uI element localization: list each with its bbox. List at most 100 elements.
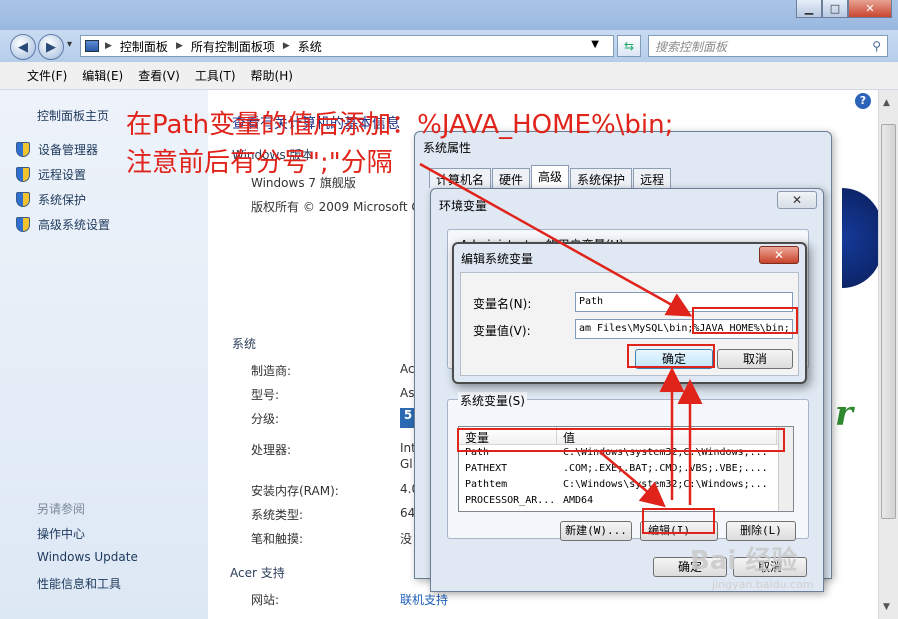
system-properties-tabs: 计算机名 硬件 高级 系统保护 远程 [429, 165, 672, 188]
system-variables-label: 系统变量(S) [458, 392, 527, 409]
uac-shield-icon [16, 142, 30, 157]
search-placeholder: 搜索控制面板 [655, 39, 728, 54]
refresh-button[interactable]: ⇆ [617, 35, 641, 57]
system-protection-label: 系统保护 [38, 193, 87, 207]
edit-variable-title: 编辑系统变量 [461, 252, 534, 266]
address-bar[interactable]: ▶ 控制面板 ▶ 所有控制面板项 ▶ 系统 ▼ [80, 35, 614, 57]
window-controls: ▁ □ ✕ [796, 0, 892, 18]
table-row[interactable]: PATHEXT .COM;.EXE;.BAT;.CMD;.VBS;.VBE;..… [459, 461, 793, 477]
table-row[interactable]: Pathtem C:\Windows\system32;C:\Windows;.… [459, 477, 793, 493]
system-protection-link[interactable]: 系统保护 [16, 191, 86, 208]
menu-bar: 文件(F) 编辑(E) 查看(V) 工具(T) 帮助(H) [0, 62, 898, 90]
pen-touch-value: 没 [400, 532, 413, 546]
uac-shield-icon [16, 192, 30, 207]
address-dropdown-icon[interactable]: ▼ [591, 39, 599, 50]
menu-help[interactable]: 帮助(H) [251, 67, 293, 84]
forward-button[interactable]: ▶ [38, 34, 64, 60]
back-button[interactable]: ◀ [10, 34, 36, 60]
highlight-java-home-value [692, 307, 798, 334]
edit-close-button[interactable]: ✕ [759, 246, 799, 264]
uac-shield-icon [16, 167, 30, 182]
row-value: C:\Windows\system32;C:\Windows;... [563, 479, 768, 490]
variable-value-label: 变量值(V): [473, 324, 531, 338]
windows-update-link[interactable]: Windows Update [37, 550, 138, 564]
advanced-system-settings-label: 高级系统设置 [38, 218, 111, 232]
maximize-button[interactable]: □ [822, 0, 848, 18]
minimize-button[interactable]: ▁ [796, 0, 822, 18]
annotation-instruction-line2: 注意前后有分号";"分隔 [126, 148, 393, 178]
control-panel-icon [85, 40, 99, 52]
breadcrumb-system[interactable]: 系统 [298, 38, 322, 55]
edit-cancel-button[interactable]: 取消 [717, 349, 793, 369]
online-support-link[interactable]: 联机支持 [400, 591, 448, 608]
system-variables-group: 系统变量(S) 变量 值 Path C:\Windows\system32;C:… [447, 392, 809, 541]
scrollbar-thumb[interactable] [881, 124, 896, 519]
scroll-down-icon[interactable]: ▼ [883, 602, 890, 612]
row-value: .COM;.EXE;.BAT;.CMD;.VBS;.VBE;.... [563, 463, 768, 474]
performance-info-link[interactable]: 性能信息和工具 [37, 575, 121, 592]
forward-arrow-icon: ▶ [46, 39, 56, 55]
breadcrumb-separator-icon: ▶ [105, 41, 112, 51]
pen-touch-label: 笔和触摸: [251, 532, 304, 546]
content-scrollbar[interactable]: ▲ ▼ [878, 90, 898, 619]
acer-support-heading: Acer 支持 [230, 566, 285, 580]
menu-tools[interactable]: 工具(T) [195, 67, 236, 84]
device-manager-label: 设备管理器 [38, 143, 99, 157]
acer-logo-fragment: r [835, 394, 853, 434]
tab-advanced[interactable]: 高级 [531, 165, 570, 188]
copyright-text: 版权所有 © 2009 Microsoft C [251, 200, 420, 214]
search-input[interactable]: 搜索控制面板 ⚲ [648, 35, 888, 57]
system-type-label: 系统类型: [251, 508, 304, 522]
table-row[interactable]: PROCESSOR_AR... AMD64 [459, 493, 793, 509]
environment-variables-title: 环境变量 [439, 199, 488, 213]
breadcrumb-control-panel[interactable]: 控制面板 [120, 38, 168, 55]
advanced-system-settings-link[interactable]: 高级系统设置 [16, 216, 110, 233]
highlight-edit-button [642, 508, 715, 534]
annotation-instruction-line1: 在Path变量的值后添加：%JAVA_HOME%\bin; [126, 110, 674, 140]
env-close-button[interactable]: ✕ [777, 191, 817, 209]
baidu-watermark-url: jingyan.baidu.com [712, 578, 814, 591]
manufacturer-value: Ac [400, 362, 415, 376]
highlight-ok-button [627, 344, 715, 368]
breadcrumb-separator-icon: ▶ [175, 41, 183, 51]
tab-computer-name[interactable]: 计算机名 [429, 168, 492, 188]
breadcrumb-all-items[interactable]: 所有控制面板项 [191, 38, 275, 55]
history-dropdown-icon[interactable]: ▾ [67, 39, 72, 50]
menu-view[interactable]: 查看(V) [138, 67, 180, 84]
row-name: PATHEXT [465, 463, 508, 474]
menu-file[interactable]: 文件(F) [27, 67, 67, 84]
close-button[interactable]: ✕ [848, 0, 892, 18]
close-icon: ✕ [773, 248, 785, 262]
control-panel-home-link[interactable]: 控制面板主页 [37, 107, 109, 124]
refresh-icon: ⇆ [623, 39, 635, 53]
device-manager-link[interactable]: 设备管理器 [16, 141, 98, 158]
model-value: As [400, 386, 415, 400]
delete-variable-button[interactable]: 删除(L) [726, 521, 796, 541]
website-label: 网站: [251, 593, 280, 607]
row-name: PROCESSOR_AR... [465, 495, 556, 506]
tab-system-protection[interactable]: 系统保护 [570, 168, 633, 188]
model-label: 型号: [251, 388, 280, 402]
scroll-up-icon[interactable]: ▲ [883, 98, 890, 108]
window-titlebar: ▁ □ ✕ [0, 0, 898, 30]
remote-settings-link[interactable]: 远程设置 [16, 166, 86, 183]
close-icon: ✕ [791, 193, 803, 207]
new-variable-button[interactable]: 新建(W)... [560, 521, 632, 541]
remote-settings-label: 远程设置 [38, 168, 87, 182]
see-also-heading: 另请参阅 [37, 502, 86, 516]
processor-label: 处理器: [251, 443, 292, 457]
baidu-watermark-logo: Bai 经验 [690, 546, 798, 576]
processor-value-line2: Gl [400, 457, 413, 471]
navigation-bar: ◀ ▶ ▾ ▶ 控制面板 ▶ 所有控制面板项 ▶ 系统 ▼ ⇆ 搜索控制面板 ⚲ [0, 30, 898, 62]
action-center-link[interactable]: 操作中心 [37, 525, 85, 542]
variable-name-label: 变量名(N): [473, 297, 532, 311]
back-arrow-icon: ◀ [18, 39, 28, 55]
breadcrumb-separator-icon: ▶ [282, 41, 290, 51]
tab-hardware[interactable]: 硬件 [492, 168, 531, 188]
uac-shield-icon [16, 217, 30, 232]
menu-edit[interactable]: 编辑(E) [82, 67, 123, 84]
row-name: Pathtem [465, 479, 508, 490]
help-icon[interactable]: ? [855, 93, 871, 109]
manufacturer-label: 制造商: [251, 364, 292, 378]
tab-remote[interactable]: 远程 [633, 168, 672, 188]
